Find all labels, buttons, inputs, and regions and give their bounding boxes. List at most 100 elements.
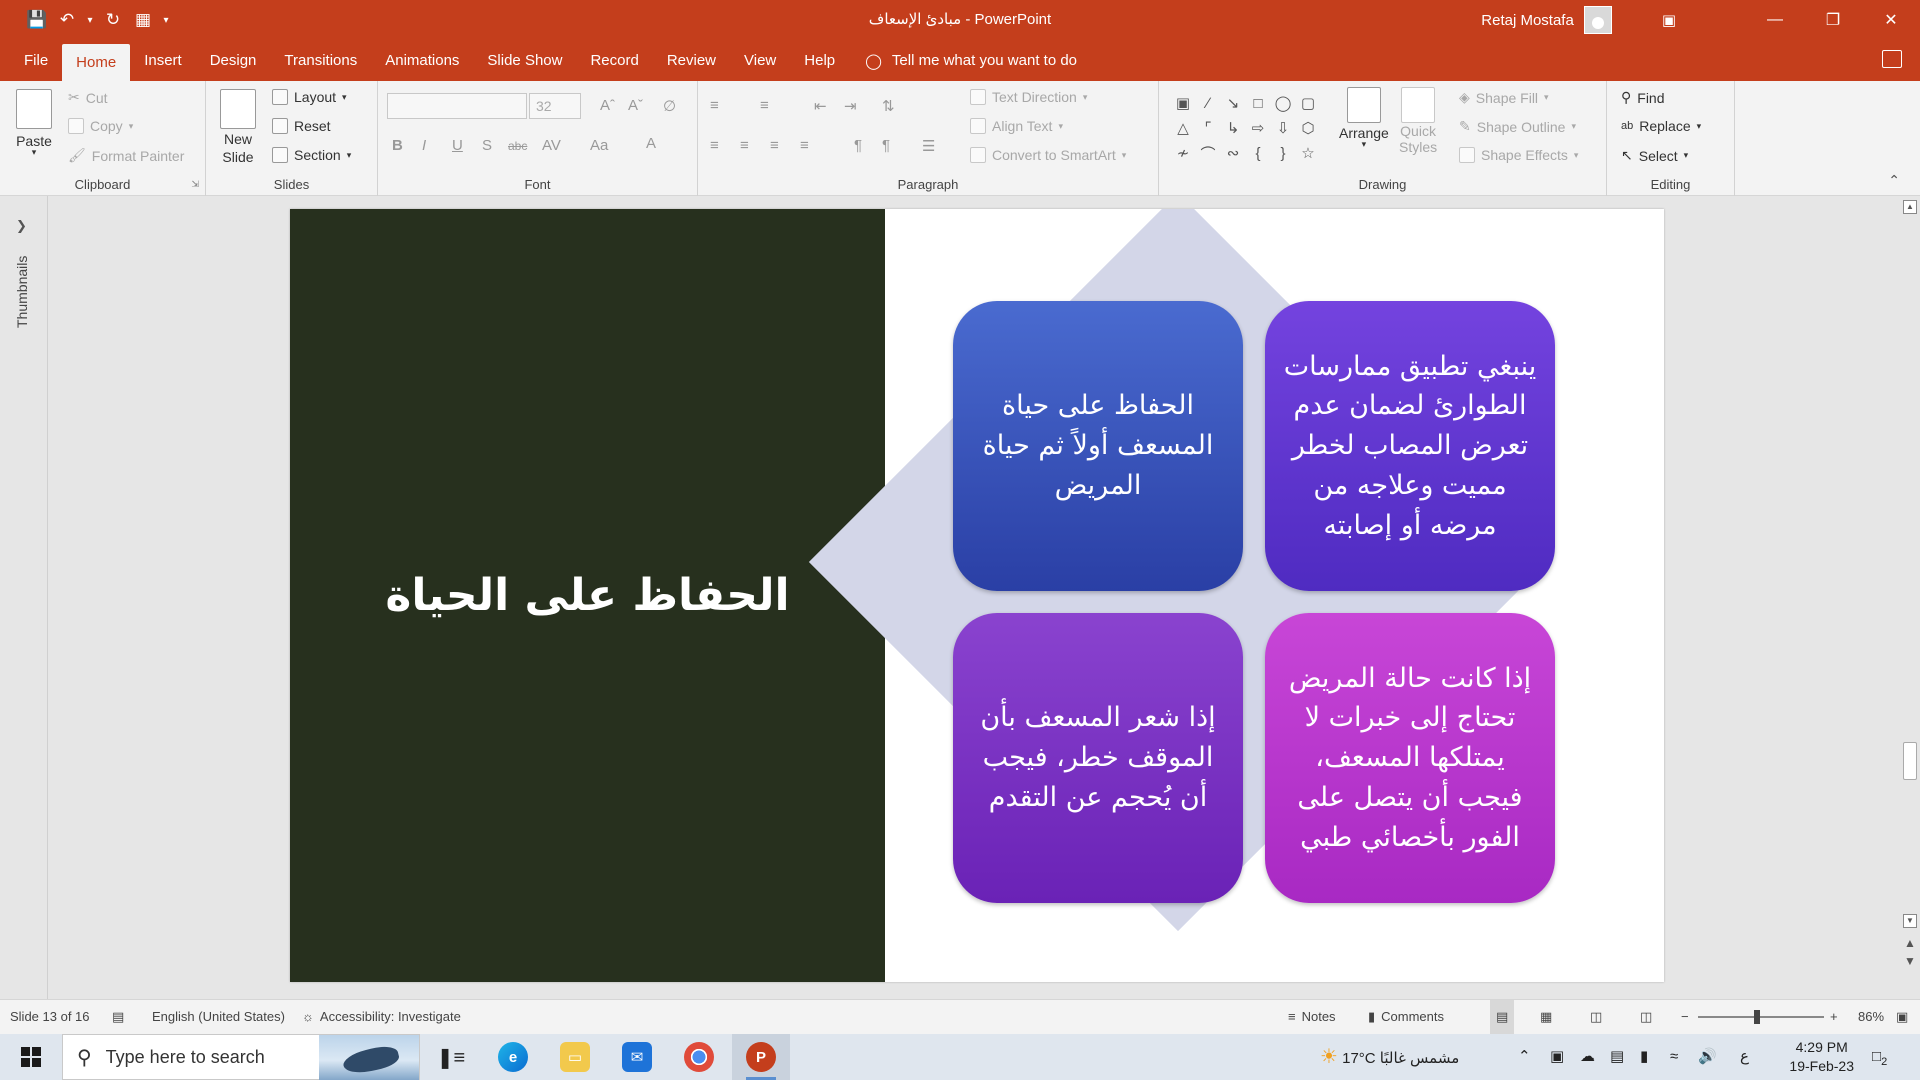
taskbar-search[interactable]: ⚲ Type here to search <box>62 1034 420 1080</box>
strikethrough-icon[interactable]: abc <box>508 139 527 153</box>
zoom-in-icon[interactable]: + <box>1830 1000 1838 1034</box>
find-button[interactable]: ⚲ Find <box>1621 89 1665 106</box>
powerpoint-icon[interactable]: P <box>746 1042 776 1072</box>
taskbar-clock[interactable]: 4:29 PM 19-Feb-23 <box>1789 1038 1854 1076</box>
redo-icon[interactable]: ↻ <box>98 5 128 35</box>
layout-button[interactable]: Layout ▾ <box>272 89 347 105</box>
shapes-gallery[interactable]: ▣ ∕ ↘ □ ◯ ▢ △ ⌜ ↳ ⇨ ⇩ ⬡ ≁ ⌒ ∾ { } ☆ <box>1171 91 1325 167</box>
decrease-indent-icon[interactable]: ⇤ <box>814 97 827 115</box>
comments-icon[interactable] <box>1882 50 1902 68</box>
star-shape-icon[interactable]: ☆ <box>1296 141 1320 165</box>
thumbnails-pane[interactable]: ❯ Thumbnails <box>0 196 48 999</box>
tell-me-search[interactable]: ◯ Tell me what you want to do <box>849 40 1093 81</box>
file-explorer-icon[interactable]: ▭ <box>560 1042 590 1072</box>
elbow-connector-shape-icon[interactable]: ⌜ <box>1196 116 1220 140</box>
underline-icon[interactable]: U <box>452 137 463 154</box>
normal-view-icon[interactable]: ▤ <box>1490 1000 1515 1034</box>
justify-icon[interactable]: ≡ <box>800 137 809 154</box>
rounded-rectangle-shape-icon[interactable]: ▢ <box>1296 91 1320 115</box>
edge-icon[interactable]: e <box>498 1042 528 1072</box>
new-slide-button[interactable]: New Slide <box>220 89 256 165</box>
restore-icon[interactable]: ❐ <box>1804 0 1862 40</box>
tab-slide-show[interactable]: Slide Show <box>473 40 576 81</box>
close-icon[interactable]: ✕ <box>1862 0 1920 40</box>
smartart-box-4[interactable]: إذا كانت حالة المريض تحتاج إلى خبرات لا … <box>1265 613 1555 903</box>
smartart-box-2[interactable]: ينبغي تطبيق ممارسات الطوارئ لضمان عدم تع… <box>1265 301 1555 591</box>
weather-widget[interactable]: ☀ 17°C مشمس غالبًا <box>1320 1034 1459 1080</box>
increase-font-icon[interactable]: Aˆ <box>600 97 615 114</box>
volume-icon[interactable]: 🔊 <box>1698 1034 1717 1080</box>
meet-now-icon[interactable]: ▣ <box>1550 1034 1564 1080</box>
text-direction-button[interactable]: Text Direction ▾ <box>970 89 1087 105</box>
slide-title[interactable]: الحفاظ على الحياة <box>385 570 789 621</box>
vertical-scrollbar[interactable]: ▲ ▼ ▲ ▼ <box>1900 196 1920 999</box>
cut-button[interactable]: ✂ Cut <box>68 89 108 106</box>
line-shape-icon[interactable]: ∕ <box>1196 91 1220 115</box>
mail-icon[interactable]: ✉ <box>622 1042 652 1072</box>
battery-icon[interactable]: ▮ <box>1640 1034 1648 1080</box>
font-color-icon[interactable]: A <box>646 135 656 152</box>
show-hidden-icons[interactable]: ⌃ <box>1518 1034 1531 1080</box>
shape-outline-button[interactable]: ✎ Shape Outline ▾ <box>1459 118 1576 135</box>
minimize-icon[interactable]: — <box>1746 0 1804 40</box>
columns-icon[interactable]: ☰ <box>922 137 935 155</box>
shape-effects-button[interactable]: Shape Effects ▾ <box>1459 147 1578 163</box>
chrome-icon[interactable] <box>684 1042 714 1072</box>
start-button[interactable] <box>0 1034 62 1080</box>
smartart-box-3[interactable]: إذا شعر المسعف بأن الموقف خطر، فيجب أن ي… <box>953 613 1243 903</box>
input-language[interactable]: ع <box>1740 1034 1749 1080</box>
elbow-arrow-shape-icon[interactable]: ↳ <box>1221 116 1245 140</box>
chevron-right-icon[interactable]: ❯ <box>16 218 27 234</box>
scroll-down-icon[interactable]: ▼ <box>1903 914 1917 928</box>
right-brace-shape-icon[interactable]: } <box>1271 141 1295 165</box>
collapse-ribbon-icon[interactable]: ⌃ <box>1888 172 1900 189</box>
down-arrow-shape-icon[interactable]: ⇩ <box>1271 116 1295 140</box>
comments-button[interactable]: ▮ Comments <box>1368 1000 1444 1034</box>
curve-shape-icon[interactable]: ≁ <box>1171 141 1195 165</box>
bold-icon[interactable]: B <box>392 137 403 154</box>
text-shadow-icon[interactable]: S <box>482 137 492 154</box>
scroll-up-icon[interactable]: ▲ <box>1903 200 1917 214</box>
tab-animations[interactable]: Animations <box>371 40 473 81</box>
textbox-shape-icon[interactable]: ▣ <box>1171 91 1195 115</box>
wifi-icon[interactable]: ≈ <box>1670 1034 1678 1080</box>
tab-review[interactable]: Review <box>653 40 730 81</box>
format-painter-button[interactable]: 🖌 Format Painter <box>68 147 184 164</box>
notes-button[interactable]: ≡ Notes <box>1288 1000 1336 1034</box>
font-size-select[interactable]: 32 <box>529 93 581 119</box>
hexagon-shape-icon[interactable]: ⬡ <box>1296 116 1320 140</box>
reset-button[interactable]: Reset <box>272 118 331 134</box>
user-account[interactable]: Retaj Mostafa ▣ <box>1481 0 1676 40</box>
scroll-thumb[interactable] <box>1903 742 1917 780</box>
undo-icon[interactable]: ↶ <box>52 5 82 35</box>
tab-view[interactable]: View <box>730 40 790 81</box>
task-view-icon[interactable]: ❚≡ <box>436 1042 466 1072</box>
ribbon-display-options-icon[interactable]: ▣ <box>1662 11 1676 29</box>
tab-help[interactable]: Help <box>790 40 849 81</box>
clear-formatting-icon[interactable]: ∅ <box>663 97 676 115</box>
slide-title-panel[interactable]: الحفاظ على الحياة <box>290 209 885 982</box>
tab-design[interactable]: Design <box>196 40 271 81</box>
triangle-shape-icon[interactable]: △ <box>1171 116 1195 140</box>
decrease-font-icon[interactable]: Aˇ <box>628 97 643 114</box>
fit-to-window-icon[interactable]: ▣ <box>1896 1000 1908 1034</box>
arrow-line-shape-icon[interactable]: ↘ <box>1221 91 1245 115</box>
zoom-slider-knob[interactable] <box>1754 1010 1760 1024</box>
right-arrow-shape-icon[interactable]: ⇨ <box>1246 116 1270 140</box>
previous-slide-icon[interactable]: ▲ <box>1904 936 1916 950</box>
dialog-launcher-icon[interactable]: ⇲ <box>191 179 199 190</box>
tab-file[interactable]: File <box>0 40 62 81</box>
character-spacing-icon[interactable]: AV <box>542 137 561 154</box>
start-from-beginning-icon[interactable]: ▦ <box>128 5 158 35</box>
italic-icon[interactable]: I <box>422 137 426 154</box>
slide-canvas[interactable]: الحفاظ على الحياة الحفاظ على حياة المسعف… <box>290 209 1664 982</box>
display-icon[interactable]: ▤ <box>1610 1034 1624 1080</box>
notifications-icon[interactable]: □2 <box>1872 1034 1887 1080</box>
next-slide-icon[interactable]: ▼ <box>1904 954 1916 968</box>
left-brace-shape-icon[interactable]: { <box>1246 141 1270 165</box>
arrange-button[interactable]: Arrange ▾ <box>1339 87 1389 150</box>
language-indicator[interactable]: English (United States) <box>152 1000 285 1034</box>
tab-home[interactable]: Home <box>62 44 131 81</box>
copy-button[interactable]: Copy ▾ <box>68 118 133 134</box>
shape-fill-button[interactable]: ◈ Shape Fill ▾ <box>1459 89 1549 106</box>
